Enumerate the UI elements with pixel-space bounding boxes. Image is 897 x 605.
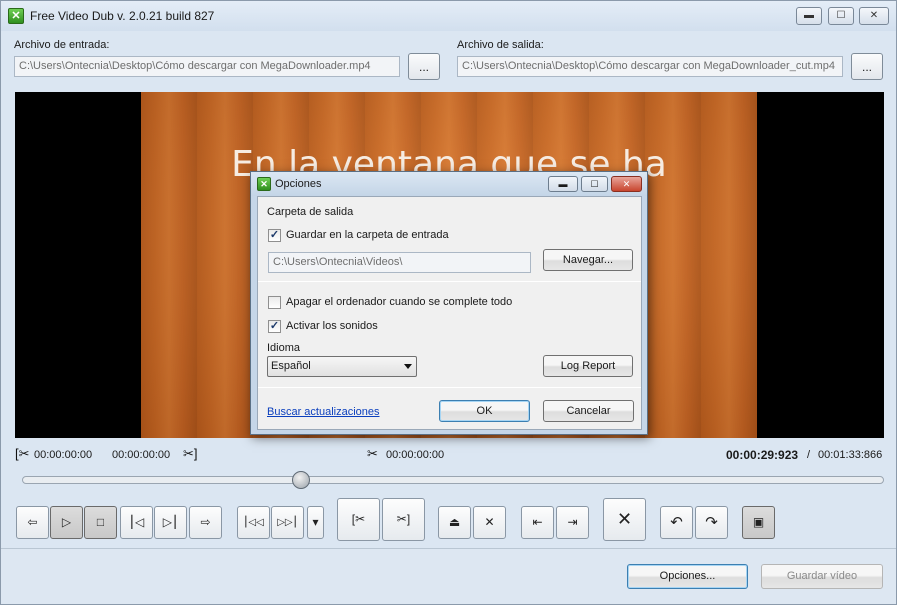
dialog-minimize-button[interactable]: ▬ (548, 176, 578, 192)
shutdown-label: Apagar el ordenador cuando se complete t… (286, 296, 513, 308)
footer-bar: Opciones... Guardar vídeo (1, 548, 896, 604)
options-button[interactable]: Opciones... (627, 564, 748, 589)
undo-button[interactable]: ↶ (660, 506, 693, 539)
chevron-down-icon: ▾ (312, 515, 319, 529)
save-in-input-folder-checkbox[interactable]: ✓ (268, 229, 281, 242)
app-logo-icon: ✕ (8, 8, 24, 24)
skip-back-icon: ⎮◁ (128, 515, 145, 529)
prev-segment-icon: ⇤ (532, 515, 543, 529)
skip-forward-icon: ▷⎮ (162, 515, 179, 529)
ok-button[interactable]: OK (439, 400, 530, 422)
arrow-left-icon: ⇦ (27, 515, 38, 529)
marker-icon: ✂ (367, 446, 378, 461)
delete-icon: ✕ (616, 509, 633, 529)
mark-a-button[interactable]: ⏏ (438, 506, 471, 539)
check-updates-link[interactable]: Buscar actualizaciones (267, 406, 380, 418)
input-browse-button[interactable]: ... (408, 53, 440, 80)
title-bar: ✕ Free Video Dub v. 2.0.21 build 827 ▬ ☐… (1, 1, 896, 31)
total-time: 00:01:33:866 (818, 449, 883, 461)
output-file-label: Archivo de salida: (457, 39, 544, 51)
marker-b-icon: ✕ (484, 515, 495, 529)
language-select[interactable]: Español (267, 356, 417, 377)
next-segment-button[interactable]: ⇥ (556, 506, 589, 539)
app-logo-icon: ✕ (257, 177, 271, 191)
marker-time: 00:00:00:00 (386, 449, 445, 461)
options-dialog-title-bar[interactable]: ✕ Opciones ▬ ☐ ✕ (251, 172, 647, 196)
go-start-button[interactable]: ⎮◁ (120, 506, 153, 539)
save-video-button[interactable]: Guardar vídeo (761, 564, 883, 589)
input-file-label: Archivo de entrada: (14, 39, 110, 51)
timeline-slider-thumb[interactable] (292, 471, 311, 489)
selection-start-icon: [✂ (15, 446, 30, 461)
divider (258, 387, 641, 388)
fast-back-icon: ⎮◁◁ (243, 517, 264, 528)
sounds-label: Activar los sonidos (286, 320, 378, 332)
dialog-maximize-button[interactable]: ☐ (581, 176, 608, 192)
window-title: Free Video Dub v. 2.0.21 build 827 (30, 9, 215, 23)
input-file-field[interactable]: C:\Users\Ontecnia\Desktop\Cómo descargar… (14, 56, 400, 77)
output-folder-field[interactable]: C:\Users\Ontecnia\Videos\ (268, 252, 531, 273)
redo-icon: ↷ (705, 514, 718, 531)
delete-selection-button[interactable]: ✕ (603, 498, 646, 541)
selection-end-time: 00:00:00:00 (112, 449, 171, 461)
language-label: Idioma (267, 342, 301, 354)
redo-button[interactable]: ↷ (695, 506, 728, 539)
divider (258, 281, 641, 282)
stop-button[interactable]: □ (84, 506, 117, 539)
main-window: ✕ Free Video Dub v. 2.0.21 build 827 ▬ ☐… (0, 0, 897, 605)
play-button[interactable]: ▷ (50, 506, 83, 539)
marker-a-icon: ⏏ (448, 515, 461, 529)
selection-start-time: 00:00:00:00 (34, 449, 93, 461)
arrow-right-icon: ⇨ (200, 515, 211, 529)
browse-folder-button[interactable]: Navegar... (543, 249, 633, 271)
prev-keyframe-button[interactable]: ⎮◁◁ (237, 506, 270, 539)
fast-forward-icon: ▷▷⎮ (277, 517, 298, 528)
output-file-field[interactable]: C:\Users\Ontecnia\Desktop\Cómo descargar… (457, 56, 843, 77)
next-frame-button[interactable]: ⇨ (189, 506, 222, 539)
minimize-button[interactable]: ▬ (796, 7, 822, 25)
play-icon: ▷ (61, 515, 72, 529)
chevron-down-icon (404, 364, 412, 369)
cancel-button[interactable]: Cancelar (543, 400, 634, 422)
save-in-input-folder-label: Guardar en la carpeta de entrada (286, 229, 449, 241)
dialog-close-button[interactable]: ✕ (611, 176, 642, 192)
close-button[interactable]: ✕ (859, 7, 889, 25)
options-dialog: ✕ Opciones ▬ ☐ ✕ Carpeta de salida ✓ Gua… (250, 171, 648, 435)
keyframe-dropdown-button[interactable]: ▾ (307, 506, 324, 539)
sounds-checkbox[interactable]: ✓ (268, 320, 281, 333)
prev-segment-button[interactable]: ⇤ (521, 506, 554, 539)
cut-start-icon: [✂ (351, 512, 366, 526)
prev-frame-button[interactable]: ⇦ (16, 506, 49, 539)
shutdown-checkbox[interactable] (268, 296, 281, 309)
time-separator: / (807, 449, 811, 461)
stop-icon: □ (96, 515, 105, 529)
cut-end-icon: ✂] (396, 512, 411, 526)
options-dialog-body: Carpeta de salida ✓ Guardar en la carpet… (257, 196, 642, 430)
options-dialog-title: Opciones (275, 178, 322, 190)
selection-end-icon: ✂] (183, 446, 198, 461)
output-browse-button[interactable]: ... (851, 53, 883, 80)
save-frame-button[interactable]: ▣ (742, 506, 775, 539)
timeline-slider[interactable] (22, 476, 884, 484)
language-select-value: Español (271, 360, 311, 372)
undo-icon: ↶ (670, 514, 683, 531)
mark-end-button[interactable]: ✂] (382, 498, 425, 541)
mark-b-button[interactable]: ✕ (473, 506, 506, 539)
current-time: 00:00:29:923 (726, 448, 799, 462)
go-end-button[interactable]: ▷⎮ (154, 506, 187, 539)
log-report-button[interactable]: Log Report (543, 355, 633, 377)
next-segment-icon: ⇥ (567, 515, 578, 529)
save-frame-icon: ▣ (752, 515, 765, 529)
next-keyframe-button[interactable]: ▷▷⎮ (271, 506, 304, 539)
output-folder-heading: Carpeta de salida (267, 206, 354, 218)
mark-start-button[interactable]: [✂ (337, 498, 380, 541)
maximize-button[interactable]: ☐ (828, 7, 854, 25)
